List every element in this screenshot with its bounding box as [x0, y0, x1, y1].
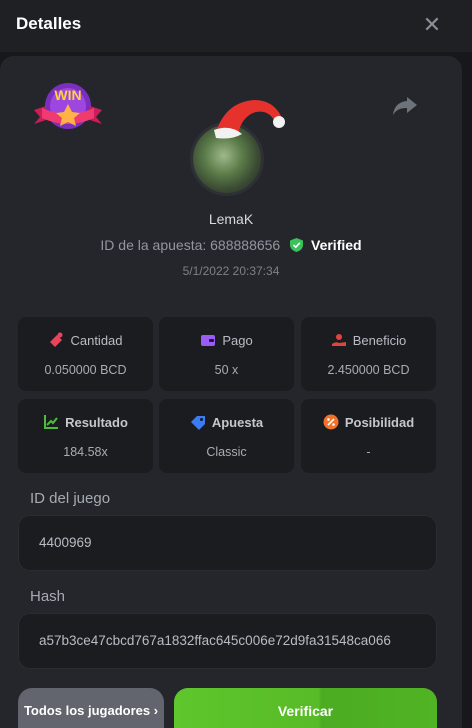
share-icon[interactable] — [392, 94, 418, 118]
stat-value: 50 x — [214, 363, 239, 377]
tag-icon — [190, 416, 205, 430]
stat-label: Pago — [222, 333, 253, 348]
chart-icon — [44, 415, 59, 429]
wallet-icon — [201, 335, 216, 346]
stat-value: Classic — [206, 445, 247, 459]
percent-icon — [323, 414, 339, 430]
bet-id: ID de la apuesta: 688888656 — [100, 237, 281, 253]
stat-label: Posibilidad — [344, 415, 415, 430]
stat-value: 2.450000 BCD — [327, 363, 410, 377]
stat-label: Resultado — [65, 415, 128, 430]
bet-timestamp: 5/1/2022 20:37:34 — [182, 264, 280, 278]
hash-label: Hash — [30, 588, 66, 605]
win-badge-icon: WIN — [34, 83, 102, 129]
scrollbar[interactable] — [462, 56, 472, 728]
stat-value: - — [366, 445, 371, 459]
stat-value: 184.58x — [63, 445, 108, 459]
modal-title: Detalles — [16, 14, 82, 33]
stat-card-chance: Posibilidad - — [301, 399, 436, 473]
stat-label: Beneficio — [352, 333, 407, 348]
game-id-label: ID del juego — [30, 490, 111, 507]
santa-hat-icon — [214, 100, 285, 139]
stat-card-payout: Pago 50 x — [159, 317, 294, 391]
game-id-value: 4400969 — [39, 535, 92, 550]
all-players-button[interactable]: Todos los jugadores › — [18, 688, 164, 728]
coins-icon — [50, 332, 63, 347]
svg-text:WIN: WIN — [54, 87, 81, 103]
hash-value: a57b3ce47cbcd767a1832ffac645c006e72d9fa3… — [39, 633, 391, 648]
stat-label: Cantidad — [70, 333, 123, 348]
close-icon[interactable]: ✕ — [420, 13, 444, 37]
stat-card-bet: Apuesta Classic — [159, 399, 294, 473]
modal-header: Detalles ✕ — [0, 0, 472, 52]
stat-card-result: Resultado 184.58x — [18, 399, 153, 473]
game-id-field[interactable]: 4400969 — [18, 515, 437, 571]
username: LemaK — [208, 211, 254, 227]
bet-id-row: ID de la apuesta: 688888656 Verified — [0, 237, 462, 253]
shield-check-icon — [290, 238, 304, 252]
stat-card-profit: Beneficio 2.450000 BCD — [301, 317, 436, 391]
verify-button[interactable]: Verificar — [174, 688, 437, 728]
verified-label[interactable]: Verified — [311, 237, 362, 253]
hash-field[interactable]: a57b3ce47cbcd767a1832ffac645c006e72d9fa3… — [18, 613, 437, 669]
avatar-wrap — [190, 100, 285, 196]
stat-value: 0.050000 BCD — [44, 363, 127, 377]
hand-coin-icon — [331, 334, 346, 346]
details-panel: WIN LemaK ID de la apuesta: 688888656 Ve… — [0, 56, 462, 728]
stat-label: Apuesta — [211, 415, 264, 430]
stat-card-amount: Cantidad 0.050000 BCD — [18, 317, 153, 391]
